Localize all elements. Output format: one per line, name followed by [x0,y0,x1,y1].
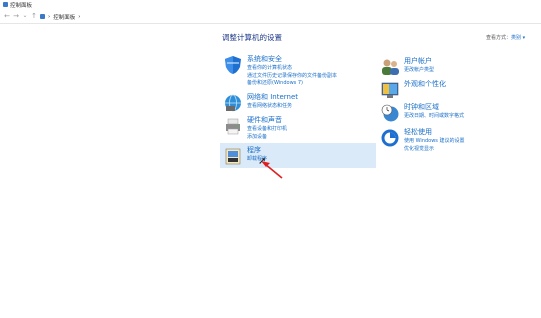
annotation-arrow-icon [261,161,283,179]
mouse-cursor-icon: ➚ [258,156,267,167]
